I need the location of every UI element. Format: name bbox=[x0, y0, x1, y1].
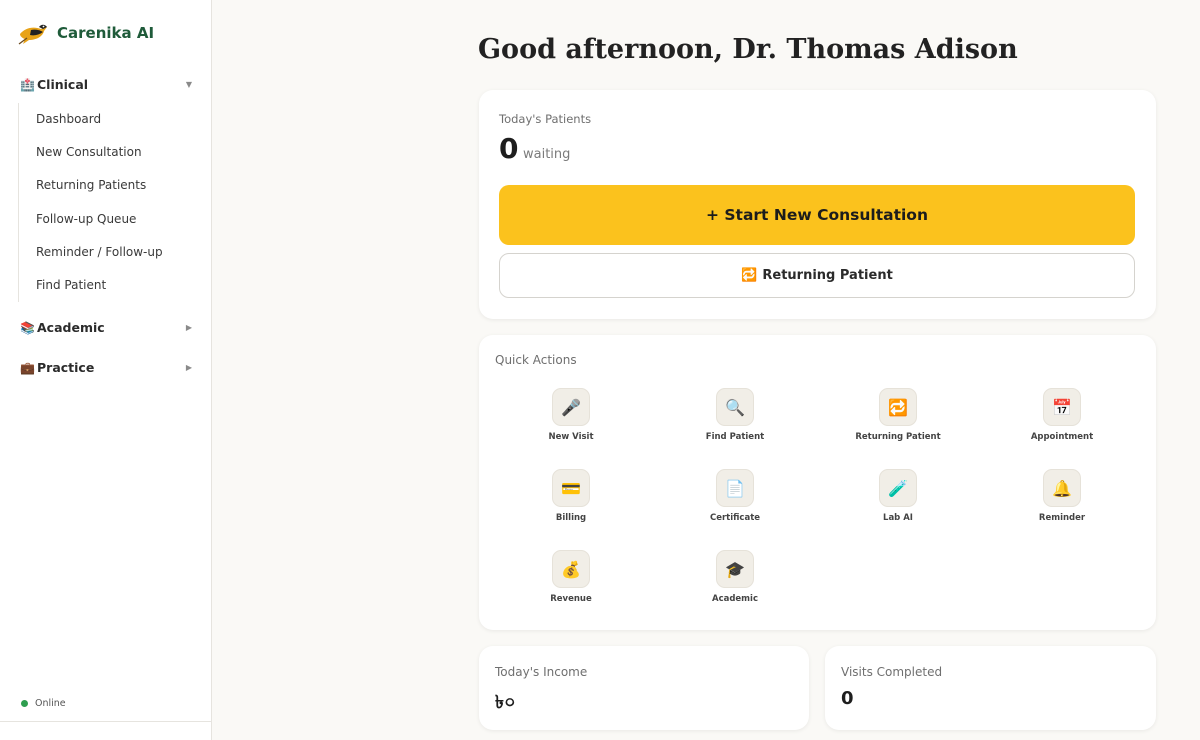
oriole-bird-logo bbox=[18, 24, 47, 45]
nav-group-label: Practice bbox=[37, 360, 95, 375]
quick-action-label: Returning Patient bbox=[855, 432, 941, 442]
quick-action-lab-ai[interactable]: 🧪 Lab AI bbox=[838, 469, 958, 523]
sidebar-item-dashboard[interactable]: Dashboard bbox=[19, 103, 193, 136]
quick-action-billing[interactable]: 💳 Billing bbox=[511, 469, 631, 523]
sidebar-item-new-consultation[interactable]: New Consultation bbox=[19, 136, 193, 169]
sidebar-divider bbox=[0, 721, 211, 722]
quick-action-certificate[interactable]: 📄 Certificate bbox=[675, 469, 795, 523]
quick-action-appointment[interactable]: 📅 Appointment bbox=[1002, 388, 1122, 442]
connection-status: Online bbox=[21, 698, 66, 709]
quick-action-academic[interactable]: 🎓 Academic bbox=[675, 550, 795, 604]
brand-name: Carenika AI bbox=[57, 24, 155, 42]
sidebar-item-follow-up-queue[interactable]: Follow-up Queue bbox=[19, 203, 193, 236]
nav-group-label: Clinical bbox=[37, 77, 89, 92]
quick-action-label: Lab AI bbox=[883, 513, 913, 523]
nav-group-clinical[interactable]: 🏥 Clinical ▼ bbox=[20, 77, 192, 92]
quick-action-revenue[interactable]: 💰 Revenue bbox=[511, 550, 631, 604]
graduation-cap-icon: 🎓 bbox=[716, 550, 754, 588]
microphone-icon: 🎤 bbox=[552, 388, 590, 426]
clinical-submenu: Dashboard New Consultation Returning Pat… bbox=[18, 103, 193, 303]
magnifier-icon: 🔍 bbox=[716, 388, 754, 426]
stat-label: Today's Income bbox=[495, 665, 588, 679]
credit-card-icon: 💳 bbox=[552, 469, 590, 507]
visits-value: 0 bbox=[841, 688, 854, 709]
quick-action-label: Academic bbox=[711, 594, 758, 604]
repeat-icon: 🔁 bbox=[879, 388, 917, 426]
quick-action-label: Appointment bbox=[1030, 432, 1094, 442]
quick-action-label: Certificate bbox=[709, 513, 761, 523]
status-label: Online bbox=[35, 698, 66, 709]
bell-icon: 🔔 bbox=[1043, 469, 1081, 507]
card-label: Today's Patients bbox=[499, 112, 592, 126]
quick-action-label: Reminder bbox=[1038, 513, 1086, 523]
briefcase-icon: 💼 bbox=[20, 360, 35, 375]
hospital-icon: 🏥 bbox=[20, 77, 35, 92]
section-title: Quick Actions bbox=[495, 353, 577, 367]
returning-patient-button[interactable]: 🔁 Returning Patient bbox=[499, 253, 1135, 298]
page-title: Good afternoon, Dr. Thomas Adison bbox=[478, 34, 1018, 65]
caret-down-icon: ▼ bbox=[185, 80, 192, 89]
quick-action-label: Find Patient bbox=[705, 432, 765, 442]
button-label: Returning Patient bbox=[762, 268, 893, 283]
quick-action-new-visit[interactable]: 🎤 New Visit bbox=[511, 388, 631, 442]
status-dot-icon bbox=[21, 700, 28, 707]
start-new-consultation-button[interactable]: + Start New Consultation bbox=[499, 185, 1135, 245]
brand[interactable]: Carenika AI bbox=[17, 20, 154, 46]
quick-action-returning-patient[interactable]: 🔁 Returning Patient bbox=[838, 388, 958, 442]
quick-action-label: Revenue bbox=[550, 594, 592, 604]
sidebar-item-reminder-follow-up[interactable]: Reminder / Follow-up bbox=[19, 236, 193, 269]
nav-group-academic[interactable]: 📚 Academic ▶ bbox=[20, 320, 192, 335]
income-value: ৳০ bbox=[495, 692, 516, 713]
money-bag-icon: 💰 bbox=[552, 550, 590, 588]
nav-group-label: Academic bbox=[37, 320, 105, 335]
test-tube-icon: 🧪 bbox=[879, 469, 917, 507]
patient-count: 0 bbox=[499, 132, 519, 165]
repeat-icon: 🔁 bbox=[741, 268, 758, 283]
sidebar-item-returning-patients[interactable]: Returning Patients bbox=[19, 169, 193, 202]
todays-income-card: Today's Income ৳০ bbox=[479, 646, 809, 730]
sidebar-item-find-patient[interactable]: Find Patient bbox=[19, 269, 193, 302]
calendar-icon: 📅 bbox=[1043, 388, 1081, 426]
quick-actions-card: Quick Actions 🎤 New Visit 🔍 Find Patient… bbox=[479, 335, 1156, 630]
quick-action-reminder[interactable]: 🔔 Reminder bbox=[1002, 469, 1122, 523]
quick-action-find-patient[interactable]: 🔍 Find Patient bbox=[675, 388, 795, 442]
caret-right-icon: ▶ bbox=[185, 363, 192, 372]
patient-count-suffix: waiting bbox=[523, 147, 571, 162]
stat-label: Visits Completed bbox=[841, 665, 943, 679]
visits-completed-card: Visits Completed 0 bbox=[825, 646, 1156, 730]
todays-patients-card: Today's Patients 0 waiting + Start New C… bbox=[479, 90, 1156, 319]
nav-group-practice[interactable]: 💼 Practice ▶ bbox=[20, 360, 192, 375]
quick-action-label: New Visit bbox=[548, 432, 594, 442]
document-icon: 📄 bbox=[716, 469, 754, 507]
sidebar: Carenika AI 🏥 Clinical ▼ Dashboard New C… bbox=[0, 0, 212, 740]
books-icon: 📚 bbox=[20, 320, 35, 335]
quick-action-label: Billing bbox=[555, 513, 587, 523]
caret-right-icon: ▶ bbox=[185, 323, 192, 332]
